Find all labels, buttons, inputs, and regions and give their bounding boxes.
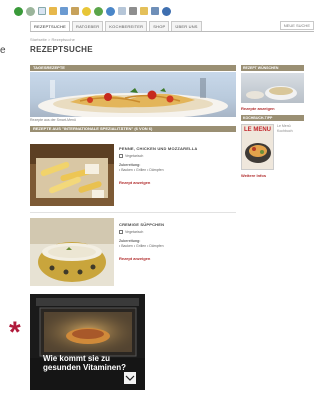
asterisk-icon: *	[9, 316, 21, 349]
side-letter: e	[0, 45, 6, 56]
back-icon[interactable]	[14, 6, 23, 16]
browser-toolbar	[14, 4, 314, 18]
recipe-title[interactable]: CREMIGE SÜPPCHEN	[119, 222, 164, 227]
history-icon[interactable]	[60, 7, 68, 15]
bowl-illustration	[246, 86, 297, 100]
vegetarian-checkbox-icon	[119, 154, 123, 159]
ad-text: Wie kommt sie zu gesunden Vitaminen?	[43, 354, 126, 372]
main-tab-bar: REZEPTSUCHE RATGEBER KOCHBEREITER SHOP Ü…	[30, 20, 314, 32]
recipe-vegetarian: Vegetarisch	[119, 154, 143, 159]
recipe-link[interactable]: Rezept anzeigen	[119, 256, 150, 261]
oven-illustration	[30, 294, 145, 390]
folder-icon[interactable]	[140, 7, 148, 15]
book-cover-illustration	[245, 143, 271, 163]
pasta-dish-illustration	[38, 78, 228, 117]
page-icon[interactable]	[38, 7, 46, 15]
breadcrumb[interactable]: Startseite > Rezeptsuche	[30, 37, 75, 42]
oven-ad-banner[interactable]: Wie kommt sie zu gesunden Vitaminen?	[30, 294, 145, 390]
tab-shop[interactable]: SHOP	[149, 21, 170, 31]
page-title: REZEPTSUCHE	[30, 45, 93, 54]
section-header-top: TAGESREZEPTE	[30, 65, 236, 71]
recipe-info: • Backen • Grillen • Dämpfen	[119, 168, 164, 172]
penne-illustration	[30, 144, 114, 206]
tab-ratgeber[interactable]: RATGEBER	[71, 21, 104, 31]
recipe-wish-link[interactable]: Rezepte anzeigen	[241, 106, 304, 111]
settings-icon[interactable]	[151, 7, 159, 15]
recipe-image-soup[interactable]	[30, 218, 114, 286]
book-info-link[interactable]: Weitere Infos	[241, 173, 304, 178]
help-icon[interactable]	[162, 6, 171, 16]
recipe-link[interactable]: Rezept anzeigen	[119, 180, 150, 185]
recipe-info: • Backen • Grillen • Dämpfen	[119, 244, 164, 248]
refresh-icon[interactable]	[94, 6, 103, 16]
favorite-icon[interactable]	[82, 6, 91, 16]
book-description: Le Menü Kochbuch	[277, 124, 293, 133]
vegetarian-checkbox-icon	[119, 230, 123, 235]
tab-kochbereiter[interactable]: KOCHBEREITER	[105, 21, 148, 31]
right-box-book-tip: KOCHBUCH-TIPP LE MENU Le Menü Kochbuch W…	[241, 115, 304, 178]
recipe-image-penne[interactable]	[30, 144, 114, 206]
recipe-wish-thumbnail[interactable]	[241, 73, 304, 103]
tab-rezeptsuche[interactable]: REZEPTSUCHE	[30, 21, 70, 31]
print-icon[interactable]	[129, 7, 137, 15]
tab-ueber-uns[interactable]: ÜBER UNS	[171, 21, 202, 31]
divider	[30, 212, 236, 213]
globe-icon[interactable]	[106, 6, 115, 16]
soup-illustration	[30, 218, 114, 286]
right-box-recipe-wish: REZEPT WÜNSCHEN Rezepte anzeigen	[241, 65, 304, 111]
book-cover[interactable]: LE MENU	[241, 124, 274, 170]
forward-icon[interactable]	[26, 6, 35, 16]
page: REZEPTSUCHE RATGEBER KOCHBEREITER SHOP Ü…	[0, 0, 314, 393]
hero-caption: Rezepte aus der Smart-Menü	[30, 118, 76, 122]
right-box-header: KOCHBUCH-TIPP	[241, 115, 304, 121]
recipe-vegetarian: Vegetarisch	[119, 230, 143, 235]
hero-image[interactable]	[30, 72, 236, 117]
section-header-recipes: REZEPTE AUS "INTERNATIONALE SPEZIALITÄTE…	[30, 126, 236, 132]
tools-icon[interactable]	[71, 7, 79, 15]
bookmark-icon[interactable]	[49, 7, 57, 15]
right-box-header: REZEPT WÜNSCHEN	[241, 65, 304, 71]
recipe-title[interactable]: PENNE, CHICKEN UND MOZZARELLA	[119, 146, 197, 151]
mail-icon[interactable]	[118, 7, 126, 15]
new-search-button[interactable]: NEUE SUCHE	[279, 21, 314, 30]
